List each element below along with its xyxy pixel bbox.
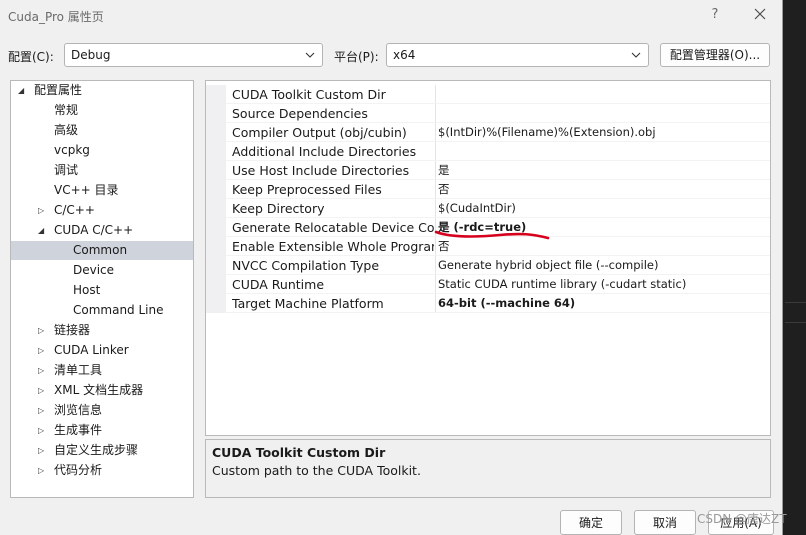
property-value <box>438 142 770 161</box>
property-name: Source Dependencies <box>232 106 368 121</box>
tree-item-browse-information[interactable]: ▷ 浏览信息 <box>11 401 193 420</box>
tree-item-general[interactable]: 常规 <box>11 101 193 120</box>
property-row[interactable]: Target Machine Platform 64-bit (--machine… <box>206 294 770 313</box>
property-name: NVCC Compilation Type <box>232 258 380 273</box>
property-name: Compiler Output (obj/cubin) <box>232 125 407 140</box>
property-value: Static CUDA runtime library (-cudart sta… <box>438 277 687 291</box>
config-label: 配置(C): <box>8 50 54 64</box>
expand-arrow-icon: ▷ <box>38 366 45 375</box>
property-row[interactable]: CUDA Runtime Static CUDA runtime library … <box>206 275 770 294</box>
config-manager-button[interactable]: 配置管理器(O)... <box>660 43 770 67</box>
expand-arrow-icon: ▷ <box>38 406 45 415</box>
tree-item-common[interactable]: Common <box>11 241 193 260</box>
ok-button[interactable]: 确定 <box>560 510 622 535</box>
description-title: CUDA Toolkit Custom Dir <box>212 445 386 460</box>
cancel-button[interactable]: 取消 <box>634 510 696 535</box>
platform-label: 平台(P): <box>334 50 379 64</box>
tree-item-debugging[interactable]: 调试 <box>11 161 193 180</box>
property-value: 是 <box>438 163 450 177</box>
chevron-down-icon <box>631 52 641 58</box>
property-value: 否 <box>438 182 450 196</box>
tree-item-host[interactable]: Host <box>11 281 193 300</box>
property-row[interactable]: Additional Include Directories <box>206 142 770 161</box>
tree-item-device[interactable]: Device <box>11 261 193 280</box>
property-name: Keep Directory <box>232 201 325 216</box>
description-panel: CUDA Toolkit Custom Dir Custom path to t… <box>205 439 771 498</box>
property-name: Target Machine Platform <box>232 296 384 311</box>
property-name: Generate Relocatable Device Code <box>232 220 434 235</box>
property-name: CUDA Toolkit Custom Dir <box>232 87 386 102</box>
tree-item-c-cpp[interactable]: ▷ C/C++ <box>11 201 193 220</box>
tree-item-code-analysis[interactable]: ▷ 代码分析 <box>11 461 193 480</box>
background-divider <box>785 322 806 323</box>
tree-item-config-properties[interactable]: ◢ 配置属性 <box>11 81 193 100</box>
tree-item-cuda-linker[interactable]: ▷ CUDA Linker <box>11 341 193 360</box>
description-text: Custom path to the CUDA Toolkit. <box>212 463 421 478</box>
property-row[interactable]: Keep Preprocessed Files 否 <box>206 180 770 199</box>
tree-item-linker[interactable]: ▷ 链接器 <box>11 321 193 340</box>
tree-item-xml-doc-generator[interactable]: ▷ XML 文档生成器 <box>11 381 193 400</box>
expand-arrow-icon: ▷ <box>38 206 45 215</box>
watermark: CSDN @唐达ZT <box>697 512 787 526</box>
expand-arrow-icon: ▷ <box>38 346 45 355</box>
property-name: Use Host Include Directories <box>232 163 410 178</box>
property-pages-dialog: Cuda_Pro 属性页 ? 配置(C): Debug 平台(P): x64 配… <box>0 0 783 535</box>
property-name: Additional Include Directories <box>232 144 417 159</box>
property-value <box>438 85 770 104</box>
config-select[interactable]: Debug <box>64 43 323 67</box>
property-tree: ◢ 配置属性 常规 高级 vcpkg 调试 VC++ 目录 ▷ C/C++ ◢ CUD… <box>10 80 194 498</box>
tree-item-command-line[interactable]: Command Line <box>11 301 193 320</box>
property-value: $(IntDir)%(Filename)%(Extension).obj <box>438 125 656 139</box>
title-bar: Cuda_Pro 属性页 ? <box>0 0 783 32</box>
expand-arrow-icon: ▷ <box>38 426 45 435</box>
tree-item-cuda-c-cpp[interactable]: ◢ CUDA C/C++ <box>11 221 193 240</box>
expand-arrow-icon: ▷ <box>38 386 45 395</box>
property-name: Enable Extensible Whole Program <box>232 239 434 254</box>
close-icon[interactable] <box>751 5 769 23</box>
property-grid: CUDA Toolkit Custom Dir Source Dependenc… <box>205 80 771 436</box>
property-value: 否 <box>438 239 450 253</box>
property-name: CUDA Runtime <box>232 277 325 292</box>
property-row[interactable]: NVCC Compilation Type Generate hybrid obj… <box>206 256 770 275</box>
tree-item-custom-build-step[interactable]: ▷ 自定义生成步骤 <box>11 441 193 460</box>
property-row[interactable]: Enable Extensible Whole Program 否 <box>206 237 770 256</box>
property-row[interactable]: Source Dependencies <box>206 104 770 123</box>
help-button[interactable]: ? <box>706 6 724 24</box>
property-row[interactable]: Use Host Include Directories 是 <box>206 161 770 180</box>
tree-item-vc-directories[interactable]: VC++ 目录 <box>11 181 193 200</box>
tree-item-vcpkg[interactable]: vcpkg <box>11 141 193 160</box>
tree-item-build-events[interactable]: ▷ 生成事件 <box>11 421 193 440</box>
expand-arrow-icon: ▷ <box>38 326 45 335</box>
config-value: Debug <box>71 48 111 62</box>
property-value: $(CudaIntDir) <box>438 201 516 215</box>
property-row[interactable]: Keep Directory $(CudaIntDir) <box>206 199 770 218</box>
platform-select[interactable]: x64 <box>386 43 649 67</box>
background-divider <box>785 302 806 303</box>
property-row[interactable]: Generate Relocatable Device Code 是 (-rdc=… <box>206 218 770 237</box>
property-row[interactable]: Compiler Output (obj/cubin) $(IntDir)%(Fi… <box>206 123 770 142</box>
property-value <box>438 104 770 123</box>
property-value: 是 (-rdc=true) <box>438 220 527 234</box>
property-value: 64-bit (--machine 64) <box>438 296 576 310</box>
expand-arrow-icon: ◢ <box>18 86 25 95</box>
platform-value: x64 <box>393 48 416 62</box>
property-value: Generate hybrid object file (--compile) <box>438 258 659 272</box>
tree-item-manifest-tool[interactable]: ▷ 清单工具 <box>11 361 193 380</box>
chevron-down-icon <box>305 52 315 58</box>
expand-arrow-icon: ◢ <box>38 226 45 235</box>
property-name: Keep Preprocessed Files <box>232 182 382 197</box>
tree-item-advanced[interactable]: 高级 <box>11 121 193 140</box>
expand-arrow-icon: ▷ <box>38 446 45 455</box>
property-row[interactable]: CUDA Toolkit Custom Dir <box>206 85 770 104</box>
window-title: Cuda_Pro 属性页 <box>8 10 104 24</box>
expand-arrow-icon: ▷ <box>38 466 45 475</box>
